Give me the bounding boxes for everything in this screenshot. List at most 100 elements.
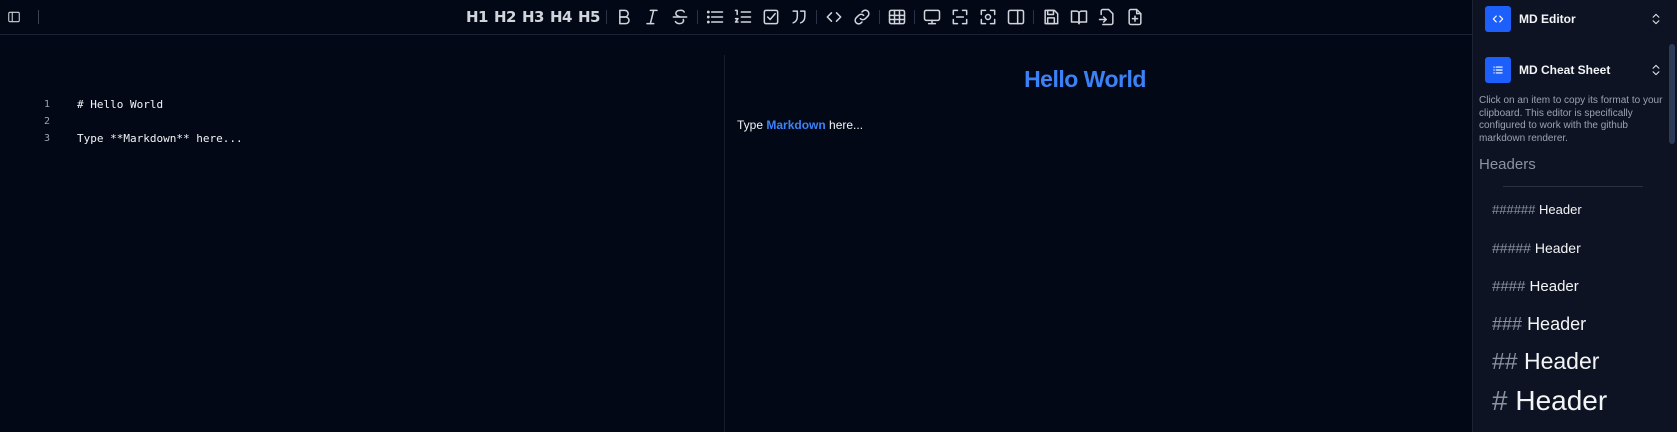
file-plus-icon — [1128, 8, 1142, 26]
preview-bold-text: Markdown — [766, 118, 826, 132]
file-import-icon — [1098, 8, 1114, 26]
italic-button[interactable] — [638, 3, 666, 31]
h3-label: H3 — [522, 8, 545, 26]
save-button[interactable] — [1037, 3, 1065, 31]
chevron-up-down-icon — [1649, 63, 1663, 77]
h3-button[interactable]: H3 — [519, 3, 547, 31]
preview-text: Type — [737, 118, 767, 132]
book-open-icon — [1070, 10, 1088, 25]
toolbar-separator — [38, 10, 39, 24]
header-hash: ### — [1492, 314, 1523, 334]
focus-mode-button[interactable] — [974, 3, 1002, 31]
table-button[interactable] — [883, 3, 911, 31]
italic-icon — [646, 9, 658, 25]
h4-button[interactable]: H4 — [547, 3, 575, 31]
h2-button[interactable]: H2 — [491, 3, 519, 31]
checkbox-icon — [763, 9, 779, 25]
heading-buttons: H1 H2 H3 H4 H5 — [463, 3, 1149, 31]
editor-line[interactable]: 3 Type **Markdown** here... — [0, 130, 243, 147]
bold-button[interactable] — [610, 3, 638, 31]
open-book-button[interactable] — [1065, 3, 1093, 31]
line-number: 2 — [43, 116, 50, 127]
header-hash: ##### — [1492, 240, 1531, 256]
header-item-h5[interactable]: ##### Header — [1492, 240, 1581, 256]
header-label: Header — [1529, 278, 1579, 295]
header-item-h6[interactable]: ###### Header — [1492, 202, 1582, 217]
header-hash: # — [1492, 385, 1508, 416]
header-label: Header — [1534, 240, 1581, 256]
section-heading-headers: Headers — [1479, 156, 1536, 173]
code-icon — [826, 12, 842, 22]
toolbar: H1 H2 H3 H4 H5 — [0, 0, 1473, 35]
h1-button[interactable]: H1 — [463, 3, 491, 31]
h4-label: H4 — [550, 8, 573, 26]
header-label: Header — [1515, 385, 1608, 416]
preview-heading: Hello World — [1024, 66, 1146, 92]
header-item-h4[interactable]: #### Header — [1492, 278, 1579, 295]
header-label: Header — [1523, 348, 1600, 374]
header-label: Header — [1527, 314, 1587, 334]
line-text[interactable]: # Hello World — [77, 98, 163, 111]
line-text[interactable]: Type **Markdown** here... — [77, 132, 243, 145]
bullet-list-icon — [706, 10, 724, 24]
toolbar-separator — [1033, 10, 1034, 24]
strikethrough-button[interactable] — [666, 3, 694, 31]
h2-label: H2 — [494, 8, 517, 26]
bullet-list-button[interactable] — [701, 3, 729, 31]
list-icon — [1493, 66, 1503, 74]
tool-switcher[interactable]: MD Cheat Sheet — [1485, 55, 1663, 85]
new-file-button[interactable] — [1121, 3, 1149, 31]
split-view-button[interactable] — [1002, 3, 1030, 31]
chevron-up-down-icon — [1649, 12, 1663, 26]
line-number: 3 — [43, 133, 50, 144]
toolbar-left — [4, 5, 39, 29]
numbered-list-button[interactable] — [729, 3, 757, 31]
markdown-editor[interactable]: 1 # Hello World 2 3 Type **Markdown** he… — [0, 36, 724, 432]
header-item-h2[interactable]: ## Header — [1492, 348, 1599, 375]
header-hash: ###### — [1492, 202, 1536, 217]
header-item-h3[interactable]: ### Header — [1492, 314, 1586, 335]
h1-label: H1 — [466, 8, 489, 26]
line-number: 1 — [43, 99, 50, 110]
quote-button[interactable] — [785, 3, 813, 31]
cheat-sheet-description: Click on an item to copy its format to y… — [1479, 95, 1663, 144]
monitor-icon — [923, 9, 941, 25]
strikethrough-icon — [672, 9, 688, 25]
sidebar: MD Editor MD Cheat Sheet Click on an ite… — [1473, 0, 1677, 432]
preview-mode-button[interactable] — [918, 3, 946, 31]
toggle-sidebar-button[interactable] — [4, 3, 24, 31]
h5-label: H5 — [578, 8, 601, 26]
markdown-preview: Hello World Type Markdown here... — [725, 36, 1473, 432]
header-hash: #### — [1492, 278, 1526, 295]
task-list-button[interactable] — [757, 3, 785, 31]
sidebar-panel-icon — [8, 11, 20, 23]
link-icon — [854, 9, 870, 25]
code-button[interactable] — [820, 3, 848, 31]
link-button[interactable] — [848, 3, 876, 31]
header-item-h1[interactable]: # Header — [1492, 385, 1607, 417]
fullscreen-button[interactable] — [946, 3, 974, 31]
import-file-button[interactable] — [1093, 3, 1121, 31]
split-view-icon — [1007, 9, 1025, 25]
code-icon — [1492, 15, 1504, 23]
table-icon — [888, 9, 906, 25]
tool-switcher-label: MD Cheat Sheet — [1519, 63, 1611, 77]
h5-button[interactable]: H5 — [575, 3, 603, 31]
toolbar-separator — [697, 10, 698, 24]
toolbar-separator — [914, 10, 915, 24]
header-hash: ## — [1492, 348, 1518, 374]
toolbar-separator — [606, 10, 607, 24]
tool-switcher-icon-box — [1485, 57, 1511, 83]
app-switcher[interactable]: MD Editor — [1485, 4, 1663, 34]
sidebar-scrollbar-thumb[interactable] — [1669, 44, 1675, 144]
save-icon — [1044, 9, 1059, 25]
editor-line[interactable]: 2 — [0, 113, 50, 130]
focus-icon — [980, 9, 996, 25]
app-switcher-label: MD Editor — [1519, 12, 1576, 26]
preview-paragraph: Type Markdown here... — [737, 118, 863, 132]
toolbar-separator — [816, 10, 817, 24]
preview-text: here... — [825, 118, 864, 132]
app-switcher-icon-box — [1485, 6, 1511, 32]
editor-line[interactable]: 1 # Hello World — [0, 96, 163, 113]
toolbar-separator — [879, 10, 880, 24]
